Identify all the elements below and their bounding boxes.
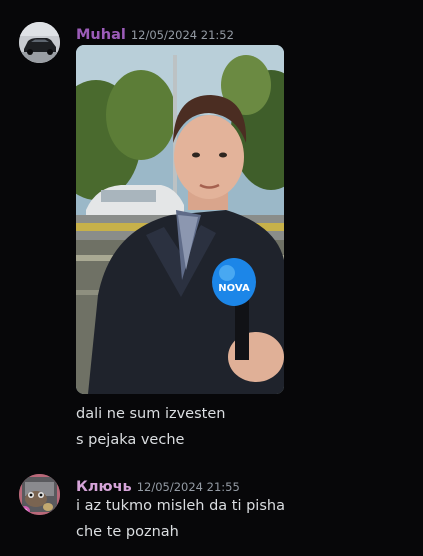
car-avatar-image <box>19 22 60 63</box>
avatar[interactable] <box>19 22 60 63</box>
timestamp: 12/05/2024 21:55 <box>136 480 240 494</box>
mic-logo-text: NOVA <box>218 283 250 294</box>
timestamp: 12/05/2024 21:52 <box>130 28 234 42</box>
message-text: dali ne sum izvesten <box>76 406 226 422</box>
username[interactable]: Muhal <box>76 27 126 43</box>
message-group-muhal: Muhal 12/05/2024 21:52 NOVA dali ne sum … <box>0 0 423 460</box>
message-text: s pejaka veche <box>76 432 185 448</box>
image-attachment[interactable]: NOVA <box>76 45 284 394</box>
news-reporter-photo: NOVA <box>76 45 284 394</box>
snail-avatar-image <box>19 474 60 515</box>
username[interactable]: Ключь <box>76 479 132 495</box>
message-group-klyuch: Ключь 12/05/2024 21:55 i az tukmo misleh … <box>0 460 423 556</box>
message-text: che te poznah <box>76 524 179 540</box>
message-header: Muhal 12/05/2024 21:52 <box>76 24 234 43</box>
message-text: i az tukmo misleh da ti pisha <box>76 498 285 514</box>
message-header: Ключь 12/05/2024 21:55 <box>76 476 240 495</box>
avatar[interactable] <box>19 474 60 515</box>
